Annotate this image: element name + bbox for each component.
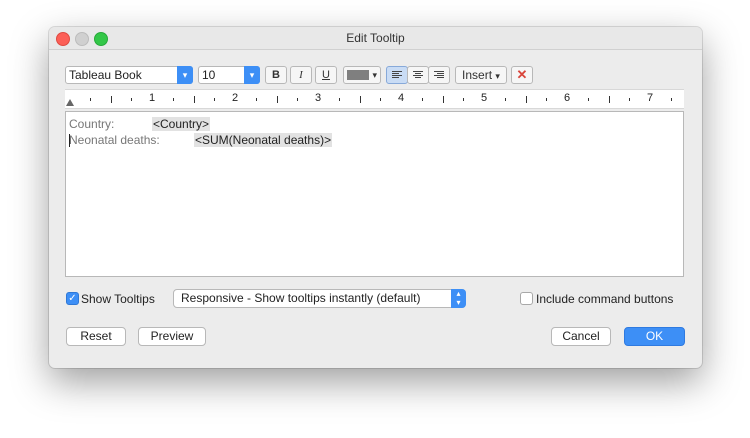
- ruler-tick: [110, 95, 112, 103]
- align-left-button[interactable]: [386, 66, 408, 84]
- editor-line-1-field[interactable]: <Country>: [152, 117, 211, 131]
- tooltip-editor[interactable]: Country: <Country> Neonatal deaths: <SUM…: [65, 111, 684, 277]
- insert-menu-button[interactable]: Insert ▾: [455, 66, 507, 84]
- font-family-select[interactable]: Tableau Book ▾: [65, 66, 193, 84]
- ruler-tick: [442, 95, 444, 103]
- ruler-tick: [276, 95, 278, 103]
- ruler-tick: [525, 95, 527, 103]
- chevron-down-icon: ▾: [495, 71, 500, 81]
- editor-line-2-field[interactable]: <SUM(Neonatal deaths)>: [194, 133, 333, 147]
- show-tooltips-label[interactable]: Show Tooltips: [81, 292, 155, 306]
- checkmark-icon: ✓: [68, 293, 77, 304]
- text-color-swatch: [347, 70, 369, 80]
- indent-marker-icon[interactable]: [66, 99, 74, 106]
- ruler-tick: [587, 97, 589, 101]
- ruler-tick: [504, 97, 506, 101]
- include-command-buttons-label[interactable]: Include command buttons: [536, 292, 673, 306]
- ruler-label: 4: [398, 92, 405, 104]
- updown-chevron-icon: ▴ ▾: [451, 289, 466, 308]
- text-caret: [69, 134, 70, 147]
- editor-line-1-label: Country:: [69, 117, 115, 131]
- cancel-button[interactable]: Cancel: [551, 327, 611, 346]
- ruler-tick: [629, 97, 631, 101]
- ruler-tick: [608, 95, 610, 103]
- font-size-select[interactable]: 10 ▾: [198, 66, 260, 84]
- ruler-label: 1: [149, 92, 156, 104]
- text-color-picker[interactable]: ▾: [343, 66, 381, 84]
- reset-button[interactable]: Reset: [66, 327, 126, 346]
- clear-formatting-button[interactable]: ✕: [511, 66, 533, 84]
- edit-tooltip-dialog: Edit Tooltip Tableau Book ▾ 10 ▾ B I U ▾…: [49, 27, 702, 368]
- insert-label: Insert: [462, 68, 493, 82]
- ruler-tick: [193, 95, 195, 103]
- ruler-tick: [214, 97, 216, 101]
- align-right-button[interactable]: [428, 66, 450, 84]
- ruler-tick: [421, 97, 423, 101]
- ruler-tick: [546, 97, 548, 101]
- editor-line-2-label: Neonatal deaths:: [69, 133, 160, 147]
- ruler-label: 7: [647, 92, 654, 104]
- underline-button[interactable]: U: [315, 66, 337, 84]
- title-bar: Edit Tooltip: [49, 27, 702, 50]
- clear-x-icon: ✕: [516, 67, 528, 82]
- ruler-tick: [670, 97, 672, 101]
- ruler-tick: [172, 97, 174, 101]
- chevron-down-icon: ▾: [244, 66, 260, 84]
- tooltip-mode-value: Responsive - Show tooltips instantly (de…: [181, 291, 421, 305]
- ruler-tick: [297, 97, 299, 101]
- font-size-value: 10: [202, 68, 216, 82]
- italic-button[interactable]: I: [290, 66, 312, 84]
- include-command-buttons-checkbox[interactable]: [520, 292, 533, 305]
- chevron-down-icon: ▾: [177, 66, 193, 84]
- chevron-down-icon: ▾: [372, 70, 377, 80]
- ruler-tick: [463, 97, 465, 101]
- ruler-label: 2: [232, 92, 239, 104]
- ruler-tick: [380, 97, 382, 101]
- ruler-tick: [359, 95, 361, 103]
- ruler-label: 3: [315, 92, 322, 104]
- window-title: Edit Tooltip: [346, 31, 405, 45]
- ok-button[interactable]: OK: [624, 327, 685, 346]
- ruler-label: 6: [564, 92, 571, 104]
- ruler: 1 2 3 4 5 6 7: [65, 89, 684, 109]
- ruler-tick: [338, 97, 340, 101]
- font-family-value: Tableau Book: [69, 68, 142, 82]
- align-center-icon: [413, 71, 423, 79]
- align-left-icon: [392, 71, 402, 79]
- ruler-label: 5: [481, 92, 488, 104]
- align-center-button[interactable]: [407, 66, 429, 84]
- show-tooltips-checkbox[interactable]: ✓: [66, 292, 79, 305]
- align-right-icon: [434, 71, 444, 79]
- tooltip-mode-select[interactable]: Responsive - Show tooltips instantly (de…: [173, 289, 466, 308]
- ruler-tick: [255, 97, 257, 101]
- bold-button[interactable]: B: [265, 66, 287, 84]
- ruler-tick: [89, 97, 91, 101]
- ruler-tick: [131, 97, 133, 101]
- preview-button[interactable]: Preview: [138, 327, 206, 346]
